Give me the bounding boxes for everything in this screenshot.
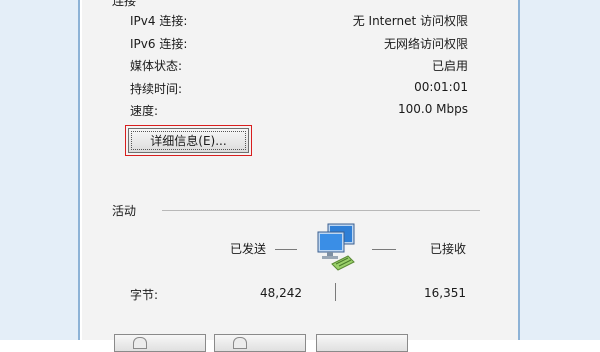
speed-label: 速度: <box>130 104 159 118</box>
duration-row: 持续时间: 00:01:01 <box>130 80 468 96</box>
sent-connector-line <box>275 249 297 250</box>
received-label: 已接收 <box>430 242 467 256</box>
ipv4-label: IPv4 连接: <box>130 14 188 28</box>
shield-icon <box>233 337 247 349</box>
activity-group-title: 活动 <box>112 204 137 218</box>
bytes-received-value: 16,351 <box>424 286 466 300</box>
ipv6-value: 无网络访问权限 <box>383 37 468 51</box>
disable-button[interactable] <box>214 334 306 352</box>
activity-divider <box>162 210 480 211</box>
ipv4-row: IPv4 连接: 无 Internet 访问权限 <box>130 12 468 28</box>
bytes-label: 字节: <box>130 288 159 302</box>
speed-row: 速度: 100.0 Mbps <box>130 102 468 118</box>
ipv6-label: IPv6 连接: <box>130 37 188 51</box>
shield-icon <box>133 337 147 349</box>
media-state-value: 已启用 <box>431 59 468 73</box>
bytes-separator <box>335 283 336 301</box>
media-state-row: 媒体状态: 已启用 <box>130 57 468 73</box>
media-state-label: 媒体状态: <box>130 59 183 73</box>
window-frame-right <box>518 0 600 340</box>
bytes-sent-value: 48,242 <box>260 286 302 300</box>
diagnose-button[interactable] <box>316 334 408 352</box>
sent-label: 已发送 <box>230 242 267 256</box>
properties-button[interactable] <box>114 334 206 352</box>
network-computers-icon <box>317 223 355 271</box>
ipv6-row: IPv6 连接: 无网络访问权限 <box>130 35 468 51</box>
speed-value: 100.0 Mbps <box>397 102 468 116</box>
duration-value: 00:01:01 <box>414 80 468 94</box>
details-button[interactable]: 详细信息(E)... <box>128 128 249 153</box>
status-panel: 连接 IPv4 连接: 无 Internet 访问权限 IPv6 连接: 无网络… <box>82 0 518 352</box>
connection-group-title: 连接 <box>112 0 137 8</box>
window-frame-left <box>0 0 80 340</box>
ipv4-value: 无 Internet 访问权限 <box>352 14 468 28</box>
duration-label: 持续时间: <box>130 82 183 96</box>
received-connector-line <box>372 249 396 250</box>
